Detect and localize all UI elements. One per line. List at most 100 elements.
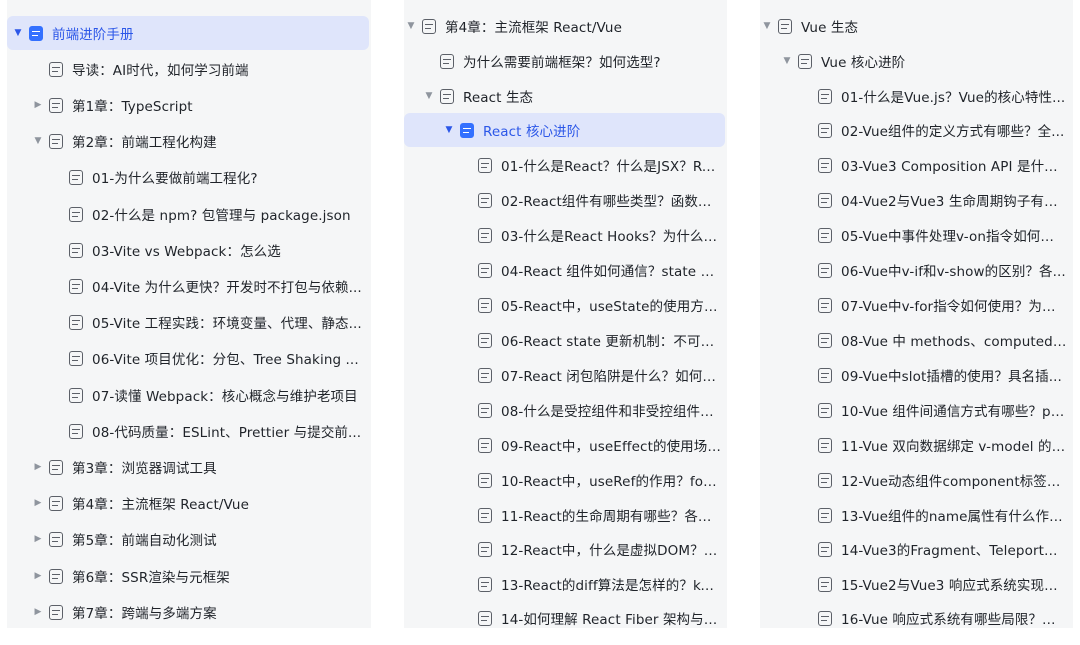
tree-item-doc[interactable]: 10-Vue 组件间通信方式有哪些？pr...	[760, 393, 1073, 427]
tree-item-label: 为什么需要前端框架？如何选型?	[463, 55, 661, 71]
tree-item-label: 01-什么是Vue.js？Vue的核心特性...	[841, 90, 1066, 106]
tree-item-label: 09-Vue中slot插槽的使用？具名插...	[841, 369, 1062, 385]
chevron-down-icon[interactable]: ▼	[422, 91, 436, 101]
tree-item-doc[interactable]: 12-Vue动态组件component标签如...	[760, 463, 1073, 497]
tree-item-label: 16-Vue 响应式系统有哪些局限？数...	[841, 612, 1067, 628]
outline-panel-vue: ▼ Vue 生态 ▼ Vue 核心进阶 01-什么是Vue.js？Vue的核心特…	[760, 0, 1073, 628]
tree-item-label: 10-React中，useRef的作用？forwa...	[501, 474, 721, 490]
tree-item-doc[interactable]: 01-什么是Vue.js？Vue的核心特性...	[760, 79, 1073, 113]
tree-item-section[interactable]: ▼ Vue 生态	[760, 9, 1073, 43]
chevron-down-icon[interactable]: ▼	[442, 125, 456, 135]
tree-item-doc[interactable]: 08-代码质量：ESLint、Prettier 与提交前...	[7, 414, 371, 448]
tree-item-label: Vue 生态	[801, 20, 859, 36]
tree-item-doc[interactable]: 05-Vite 工程实践：环境变量、代理、静态...	[7, 305, 371, 339]
tree-item-doc[interactable]: 06-React state 更新机制：不可变...	[404, 323, 727, 357]
tree-item-doc[interactable]: 导读：AI时代，如何学习前端	[7, 52, 371, 86]
tree-item-chapter[interactable]: ▶ 第1章：TypeScript	[7, 88, 371, 122]
tree-item-doc[interactable]: 02-Vue组件的定义方式有哪些？全...	[760, 113, 1073, 147]
tree-item-label: 05-Vite 工程实践：环境变量、代理、静态...	[92, 316, 362, 332]
document-icon	[69, 206, 83, 222]
tree-item-chapter[interactable]: ▶ 第3章：浏览器调试工具	[7, 450, 371, 484]
tree-item-doc[interactable]: 13-React的diff算法是怎样的？key...	[404, 567, 727, 601]
tree-item-doc[interactable]: 06-Vite 项目优化：分包、Tree Shaking ...	[7, 341, 371, 375]
chevron-right-icon[interactable]: ▶	[31, 534, 45, 544]
tree-item-chapter[interactable]: ▶ 第5章：前端自动化测试	[7, 522, 371, 556]
chevron-right-icon[interactable]: ▶	[31, 100, 45, 110]
tree-item-doc[interactable]: 14-Vue3的Fragment、Teleport、S...	[760, 532, 1073, 566]
chevron-down-icon[interactable]: ▼	[780, 56, 794, 66]
tree-item-doc[interactable]: 15-Vue2与Vue3 响应式系统实现原...	[760, 567, 1073, 601]
tree-item-doc[interactable]: 03-Vite vs Webpack：怎么选	[7, 233, 371, 267]
document-icon	[49, 531, 63, 547]
tree-item-doc[interactable]: 09-Vue中slot插槽的使用？具名插...	[760, 358, 1073, 392]
tree-item-doc[interactable]: 01-为什么要做前端工程化?	[7, 160, 371, 194]
tree-item-root[interactable]: ▼ 前端进阶手册	[7, 16, 369, 50]
tree-item-label: 10-Vue 组件间通信方式有哪些？pr...	[841, 404, 1067, 420]
document-icon	[818, 437, 832, 453]
tree-item-label: 第3章：浏览器调试工具	[72, 461, 217, 477]
tree-item-label: 第2章：前端工程化构建	[72, 135, 217, 151]
tree-item-chapter[interactable]: ▼ 第2章：前端工程化构建	[7, 124, 371, 158]
tree-item-doc[interactable]: 13-Vue组件的name属性有什么作用...	[760, 498, 1073, 532]
chevron-right-icon[interactable]: ▶	[31, 498, 45, 508]
chevron-right-icon[interactable]: ▶	[31, 462, 45, 472]
tree-item-doc[interactable]: 03-Vue3 Composition API 是什么...	[760, 148, 1073, 182]
tree-item-doc[interactable]: 10-React中，useRef的作用？forwa...	[404, 463, 727, 497]
tree-item-section[interactable]: ▼ Vue 核心进阶	[760, 44, 1073, 78]
tree-item-chapter[interactable]: ▶ 第4章：主流框架 React/Vue	[7, 486, 371, 520]
tree-item-doc[interactable]: 07-Vue中v-for指令如何使用？为什...	[760, 288, 1073, 322]
tree-item-doc[interactable]: 16-Vue 响应式系统有哪些局限？数...	[760, 601, 1073, 628]
document-icon	[798, 53, 812, 69]
tree-item-doc[interactable]: 05-React中，useState的使用方法...	[404, 288, 727, 322]
document-icon	[818, 507, 832, 523]
tree-item-doc[interactable]: 12-React中，什么是虚拟DOM？虚...	[404, 532, 727, 566]
tree-item-label: 03-什么是React Hooks？为什么要...	[501, 229, 721, 245]
document-icon	[49, 495, 63, 511]
tree-item-doc[interactable]: 为什么需要前端框架？如何选型?	[404, 44, 727, 78]
tree-item-label: 08-什么是受控组件和非受控组件？...	[501, 404, 721, 420]
chevron-down-icon[interactable]: ▼	[760, 21, 774, 31]
tree-item-label: 06-React state 更新机制：不可变...	[501, 334, 721, 350]
chevron-down-icon[interactable]: ▼	[11, 28, 25, 38]
tree-item-doc[interactable]: 14-如何理解 React Fiber 架构与组...	[404, 601, 727, 628]
tree-item-label: 01-为什么要做前端工程化?	[92, 171, 258, 187]
tree-item-section[interactable]: ▼ React 生态	[404, 79, 727, 113]
tree-item-label: 12-React中，什么是虚拟DOM？虚...	[501, 543, 721, 559]
tree-item-doc[interactable]: 08-什么是受控组件和非受控组件？...	[404, 393, 727, 427]
tree-item-label: 06-Vue中v-if和v-show的区别？各...	[841, 264, 1066, 280]
tree-item-doc[interactable]: 11-Vue 双向数据绑定 v-model 的实...	[760, 428, 1073, 462]
document-icon	[478, 157, 492, 173]
document-icon	[478, 610, 492, 626]
document-icon	[818, 297, 832, 313]
tree-item-doc[interactable]: 04-Vite 为什么更快？开发时不打包与依赖...	[7, 269, 371, 303]
tree-item-doc[interactable]: 05-Vue中事件处理v-on指令如何使...	[760, 218, 1073, 252]
tree-item-label: 05-React中，useState的使用方法...	[501, 299, 721, 315]
chevron-down-icon[interactable]: ▼	[31, 136, 45, 146]
document-icon	[440, 88, 454, 104]
tree-item-doc[interactable]: 04-React 组件如何通信？state 和 ...	[404, 253, 727, 287]
tree-item-doc[interactable]: 01-什么是React？什么是JSX？Rea...	[404, 148, 727, 182]
tree-item-chapter[interactable]: ▶ 第7章：跨端与多端方案	[7, 595, 371, 628]
chevron-down-icon[interactable]: ▼	[404, 21, 418, 31]
tree-item-chapter[interactable]: ▼ 第4章：主流框架 React/Vue	[404, 9, 727, 43]
tree-item-doc[interactable]: 07-读懂 Webpack：核心概念与维护老项目	[7, 378, 371, 412]
tree-item-doc[interactable]: 11-React的生命周期有哪些？各个...	[404, 498, 727, 532]
tree-item-section[interactable]: ▼ React 核心进阶	[404, 113, 725, 147]
tree-item-doc[interactable]: 04-Vue2与Vue3 生命周期钩子有哪...	[760, 183, 1073, 217]
chevron-right-icon[interactable]: ▶	[31, 607, 45, 617]
tree-item-doc[interactable]: 03-什么是React Hooks？为什么要...	[404, 218, 727, 252]
document-icon	[818, 472, 832, 488]
tree-item-label: 12-Vue动态组件component标签如...	[841, 474, 1067, 490]
tree-item-doc[interactable]: 08-Vue 中 methods、computed、...	[760, 323, 1073, 357]
tree-item-chapter[interactable]: ▶ 第6章：SSR渲染与元框架	[7, 559, 371, 593]
tree-item-doc[interactable]: 06-Vue中v-if和v-show的区别？各...	[760, 253, 1073, 287]
tree-item-label: React 生态	[463, 90, 534, 106]
tree-item-doc[interactable]: 09-React中，useEffect的使用场景...	[404, 428, 727, 462]
tree-item-doc[interactable]: 07-React 闭包陷阱是什么？如何避...	[404, 358, 727, 392]
document-icon	[69, 242, 83, 258]
tree-item-doc[interactable]: 02-什么是 npm? 包管理与 package.json	[7, 197, 371, 231]
tree-item-doc[interactable]: 02-React组件有哪些类型？函数组...	[404, 183, 727, 217]
chevron-right-icon[interactable]: ▶	[31, 571, 45, 581]
tree-item-label: 14-如何理解 React Fiber 架构与组...	[501, 612, 721, 628]
document-icon	[818, 402, 832, 418]
